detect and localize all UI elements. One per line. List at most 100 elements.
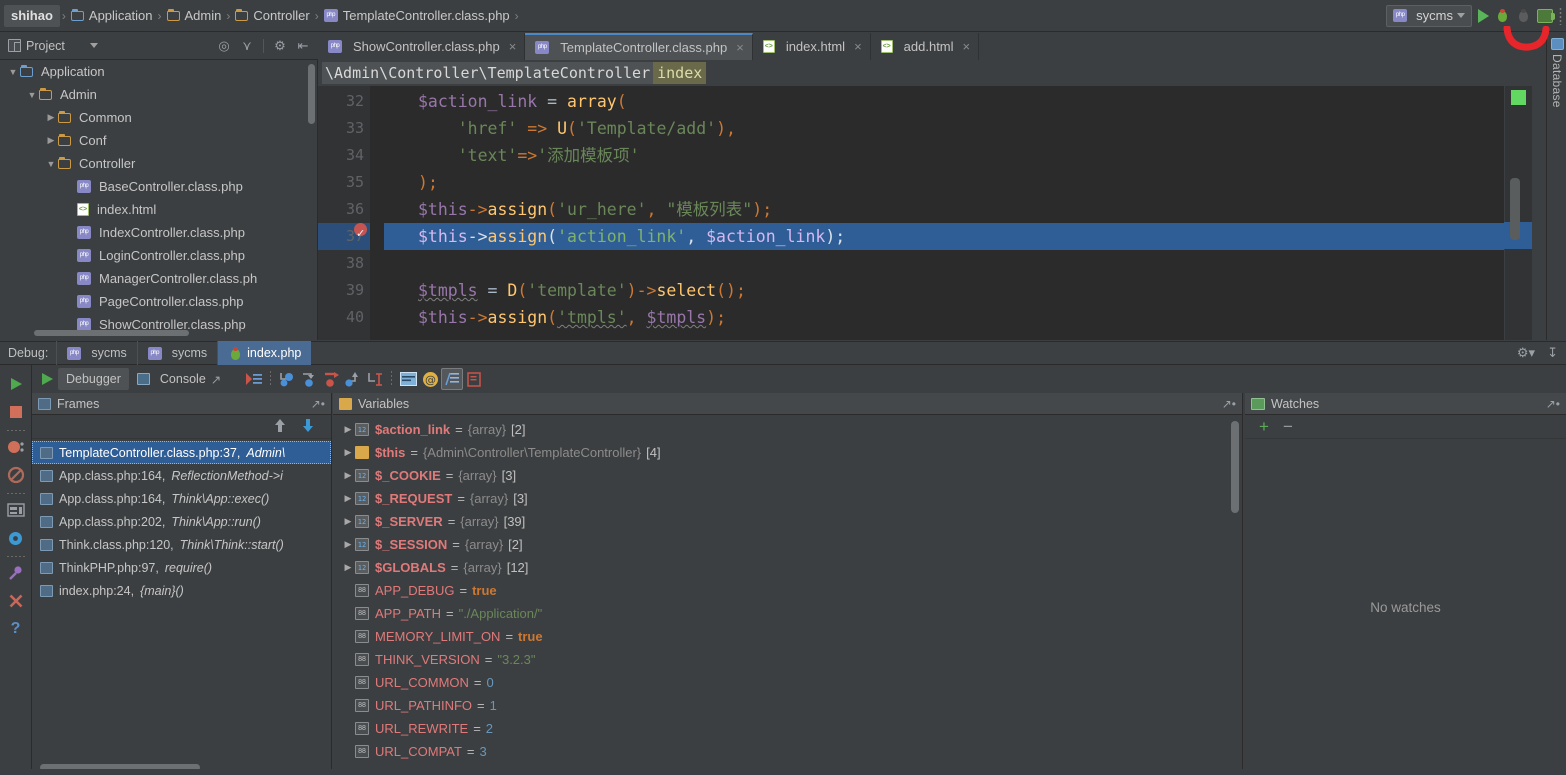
breadcrumb-method[interactable]: index — [653, 62, 707, 84]
tree-node[interactable]: php BaseController.class.php — [0, 175, 317, 198]
code-line[interactable]: $tmpls = D('template')->select(); — [384, 277, 1532, 304]
run-configuration-selector[interactable]: php sycms — [1386, 4, 1472, 27]
restore-layout-icon[interactable] — [3, 497, 29, 523]
code-line[interactable]: $action_link = array( — [384, 88, 1532, 115]
editor-tab-add-html[interactable]: <> add.html × — [870, 33, 980, 60]
chevron-right-icon[interactable]: ▶ — [341, 539, 355, 550]
hide-icon[interactable]: ↗• — [1222, 397, 1236, 411]
tree-node[interactable]: php PageController.class.php — [0, 290, 317, 313]
variable-row[interactable]: ▶ $this = {Admin\Controller\TemplateControl… — [333, 441, 1242, 464]
hide-icon[interactable]: ↧ — [1547, 345, 1558, 361]
variables-list[interactable]: ▶ 12 $action_link = {array} [2] ▶ $this = {Admin\… — [333, 415, 1242, 775]
chevron-right-icon[interactable]: ▶ — [341, 516, 355, 527]
project-title-group[interactable]: Project — [4, 39, 98, 53]
variable-row[interactable]: 88 URL_PATHINFO = 1 — [333, 694, 1242, 717]
chevron-down-icon[interactable]: ▼ — [6, 67, 20, 77]
tree-node[interactable]: php ManagerController.class.ph — [0, 267, 317, 290]
inspection-status-icon[interactable] — [1511, 90, 1526, 105]
tree-horizontal-scrollbar[interactable] — [34, 330, 189, 336]
line-number[interactable]: 35 — [318, 169, 370, 196]
hide-icon[interactable]: ↗• — [311, 397, 325, 411]
database-tool-tab[interactable]: Database — [1547, 38, 1566, 108]
chevron-right-icon[interactable]: ▶ — [341, 424, 355, 435]
tree-node[interactable]: <> index.html — [0, 198, 317, 221]
code-line[interactable]: 'href' => U('Template/add'), — [384, 115, 1532, 142]
variable-row[interactable]: ▶ 12 $action_link = {array} [2] — [333, 418, 1242, 441]
frame-row[interactable]: index.php:24, {main}() — [32, 579, 331, 602]
line-number[interactable]: 33 — [318, 115, 370, 142]
step-over-icon[interactable] — [276, 368, 298, 390]
chevron-down-icon[interactable] — [89, 43, 98, 48]
variable-row[interactable]: 88 URL_COMMON = 0 — [333, 671, 1242, 694]
code-line[interactable]: $this->assign('ur_here', "模板列表"); — [384, 196, 1532, 223]
tree-node[interactable]: ▼ Application — [0, 60, 317, 83]
step-into-icon[interactable] — [298, 368, 320, 390]
frame-row[interactable]: ThinkPHP.php:97, require() — [32, 556, 331, 579]
breadcrumb-item-controller[interactable]: Controller — [232, 5, 312, 27]
variable-row[interactable]: ▶ 12 $_COOKIE = {array} [3] — [333, 464, 1242, 487]
editor-right-rail[interactable] — [1504, 86, 1532, 340]
line-number[interactable]: 38 — [318, 250, 370, 277]
run-to-cursor-icon[interactable] — [364, 368, 386, 390]
add-watch-button[interactable]: + — [1259, 418, 1269, 435]
tree-node[interactable]: php IndexController.class.php — [0, 221, 317, 244]
step-out-icon[interactable] — [342, 368, 364, 390]
tree-node[interactable]: ▼ Controller — [0, 152, 317, 175]
coverage-icon[interactable] — [1537, 8, 1555, 23]
code-line[interactable]: $this->assign('tmpls', $tmpls); — [384, 304, 1532, 331]
code-line[interactable]: 'text'=>'添加模板项' — [384, 142, 1532, 169]
debug-session-tab-index-php[interactable]: index.php — [217, 341, 312, 365]
hide-icon[interactable]: ↗• — [1546, 397, 1560, 411]
breadcrumb-class-path[interactable]: \Admin\Controller\TemplateController — [322, 62, 654, 84]
variable-row[interactable]: ▶ 12 $_REQUEST = {array} [3] — [333, 487, 1242, 510]
stop-icon[interactable] — [3, 399, 29, 425]
line-number[interactable]: 36 — [318, 196, 370, 223]
force-step-into-icon[interactable] — [320, 368, 342, 390]
tree-node[interactable]: ▼ Admin — [0, 83, 317, 106]
close-icon[interactable] — [3, 588, 29, 614]
variable-row[interactable]: 88 APP_DEBUG = true — [333, 579, 1242, 602]
chevron-down-icon[interactable]: ▼ — [44, 159, 58, 169]
code-line[interactable] — [384, 250, 1532, 277]
close-icon[interactable]: × — [854, 39, 862, 54]
pin-icon[interactable] — [3, 560, 29, 586]
up-arrow-icon[interactable] — [273, 418, 287, 436]
mute-breakpoints-icon[interactable] — [3, 462, 29, 488]
code-line[interactable]: ); — [384, 169, 1532, 196]
chevron-right-icon[interactable]: ▶ — [341, 447, 355, 458]
breakpoint-icon[interactable] — [354, 220, 367, 247]
frames-list[interactable]: TemplateController.class.php:37, Admin\ Ap… — [32, 439, 331, 759]
frame-row[interactable]: App.class.php:164, Think\App::exec() — [32, 487, 331, 510]
code-lines[interactable]: $action_link = array( 'href' => U('Templ… — [384, 86, 1532, 340]
at-icon[interactable]: @ — [419, 368, 441, 390]
line-number[interactable]: 40 — [318, 304, 370, 331]
resume-icon[interactable] — [3, 371, 29, 397]
line-number-gutter[interactable]: 323334353637383940 — [318, 86, 370, 340]
evaluate-expression-icon[interactable] — [397, 368, 419, 390]
line-number[interactable]: 39 — [318, 277, 370, 304]
run-triangle-icon[interactable] — [1478, 8, 1489, 23]
show-execution-point-icon[interactable] — [243, 368, 265, 390]
variable-row[interactable]: 88 URL_REWRITE = 2 — [333, 717, 1242, 740]
tree-vertical-scrollbar[interactable] — [308, 64, 315, 124]
code-line[interactable]: $this->assign('action_link', $action_lin… — [384, 223, 1532, 250]
debug-session-tab-sycms-2[interactable]: php sycms — [136, 341, 217, 365]
chevron-right-icon[interactable]: ▶ — [341, 493, 355, 504]
tree-node[interactable]: ▶ Common — [0, 106, 317, 129]
line-number[interactable]: 32 — [318, 88, 370, 115]
debugger-tab-button[interactable]: Debugger — [58, 368, 129, 390]
close-icon[interactable]: × — [736, 40, 744, 55]
close-icon[interactable]: × — [509, 39, 517, 54]
breadcrumb-item-application[interactable]: Application — [68, 5, 156, 27]
view-breakpoints-icon[interactable] — [3, 434, 29, 460]
variable-row[interactable]: 88 URL_COMPAT = 3 — [333, 740, 1242, 763]
editor-vertical-scrollbar[interactable] — [1510, 178, 1520, 240]
code-editor[interactable]: \Admin\Controller\TemplateController ind… — [318, 60, 1532, 340]
chevron-right-icon[interactable]: ▶ — [44, 135, 58, 146]
rerun-bug-icon[interactable] — [1516, 8, 1531, 23]
project-tree[interactable]: ▼ Application ▼ Admin ▶ Common ▶ Conf ▼ Controlle… — [0, 60, 318, 340]
frame-row[interactable]: App.class.php:202, Think\App::run() — [32, 510, 331, 533]
collapse-icon[interactable]: ⋎ — [240, 39, 254, 53]
help-icon[interactable]: ? — [3, 616, 29, 642]
line-number[interactable]: 34 — [318, 142, 370, 169]
